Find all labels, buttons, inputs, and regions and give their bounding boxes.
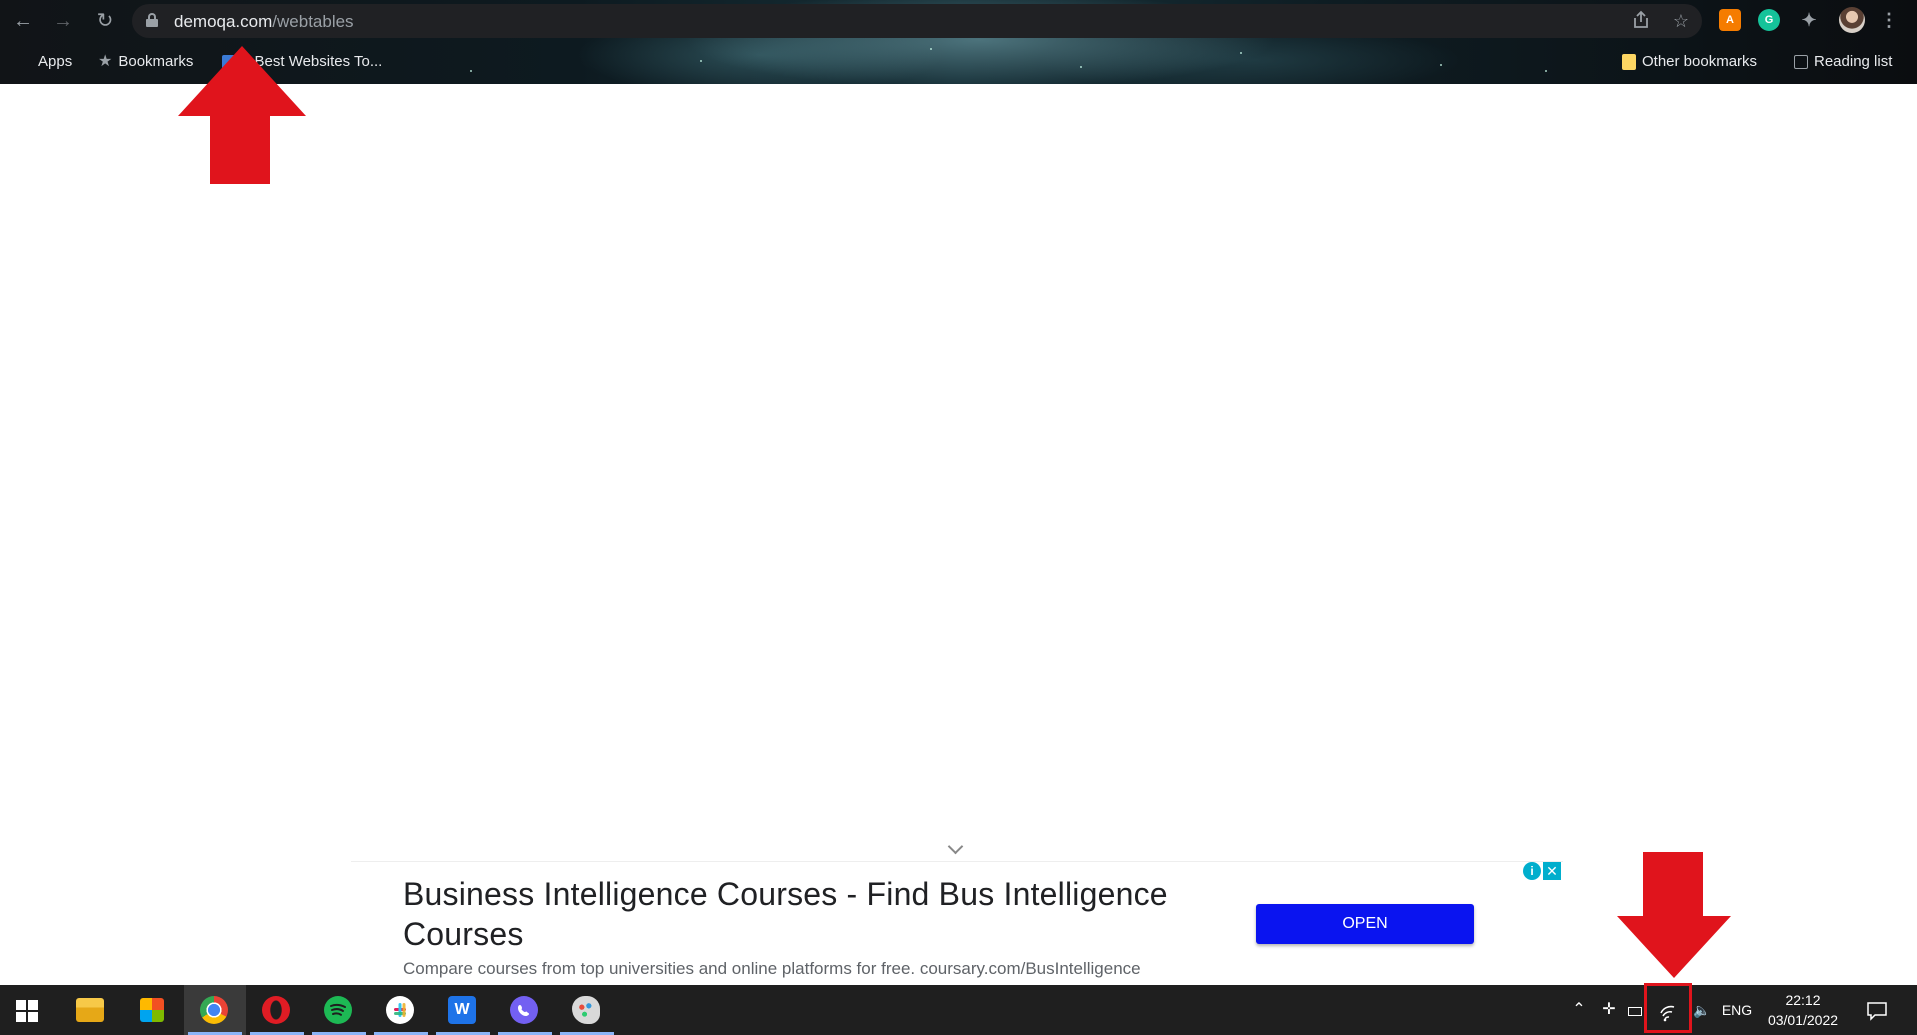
back-arrow-icon[interactable]: ← (10, 8, 36, 34)
store-icon (140, 998, 164, 1022)
browser-toolbar: ← → ↻ demoqa.com/webtables ☆ A G ✦ ⋮ (0, 0, 1917, 42)
kebab-menu-icon[interactable]: ⋮ (1880, 9, 1898, 31)
chrome-icon (200, 996, 228, 1024)
ad-close-icon[interactable]: ✕ (1543, 862, 1561, 880)
star-icon: ★ (98, 53, 113, 71)
apps-grid-icon (16, 54, 32, 70)
windows-taskbar: W ⌃ ✛ 🔈 ENG 22:12 03/01/2022 (0, 985, 1917, 1035)
taskbar-viber[interactable] (494, 985, 556, 1035)
opera-icon (262, 996, 290, 1024)
star-bookmark-icon[interactable]: ☆ (1670, 10, 1692, 32)
address-bar[interactable]: demoqa.com/webtables ☆ (132, 4, 1702, 38)
taskbar-paint[interactable] (556, 985, 618, 1035)
taskbar-store[interactable] (122, 985, 182, 1035)
red-up-arrow-annotation (178, 46, 306, 184)
red-down-arrow-annotation (1617, 852, 1731, 978)
reading-list-icon (1794, 55, 1808, 70)
share-icon[interactable] (1630, 10, 1652, 32)
battery-icon[interactable] (1626, 985, 1644, 1035)
windows-logo-icon (16, 1000, 38, 1022)
profile-avatar[interactable] (1839, 7, 1865, 33)
clock-time: 22:12 (1785, 992, 1821, 1008)
other-bookmarks-label: Other bookmarks (1642, 53, 1758, 70)
spotify-icon (324, 996, 352, 1024)
chevron-up-icon[interactable]: ⌃ (1568, 985, 1590, 1035)
clock-date: 03/01/2022 (1767, 1012, 1839, 1028)
url-path: /webtables (272, 12, 354, 31)
ad-title[interactable]: Business Intelligence Courses - Find Bus… (403, 874, 1223, 954)
ad-info-icon[interactable]: i (1523, 862, 1541, 880)
bookmark-apps[interactable]: Apps (16, 52, 72, 72)
taskbar-chrome[interactable] (184, 985, 246, 1035)
wifi-highlight-box-annotation (1644, 983, 1692, 1033)
system-clock[interactable]: 22:12 03/01/2022 (1758, 990, 1848, 1030)
taskbar-word[interactable]: W (432, 985, 494, 1035)
language-indicator[interactable]: ENG (1718, 985, 1756, 1035)
chevron-down-icon[interactable] (947, 841, 963, 857)
bookmark-reading-list[interactable]: Reading list (1794, 52, 1892, 72)
ad-description[interactable]: Compare courses from top universities an… (403, 959, 1141, 979)
writer-icon: W (448, 996, 476, 1024)
folder-icon (1622, 54, 1636, 71)
screen: ← → ↻ demoqa.com/webtables ☆ A G ✦ ⋮ App… (0, 0, 1917, 1035)
taskbar-slack[interactable] (370, 985, 432, 1035)
puzzle-extensions-icon[interactable]: ✦ (1798, 9, 1820, 31)
bookmark-apps-label: Apps (38, 53, 73, 70)
paint-palette-icon (572, 996, 600, 1024)
slack-icon (386, 996, 414, 1024)
taskbar-opera[interactable] (246, 985, 308, 1035)
extension-a-icon[interactable]: A (1719, 9, 1741, 31)
volume-icon[interactable]: 🔈 (1692, 985, 1712, 1035)
page-content: Business Intelligence Courses - Find Bus… (0, 84, 1917, 985)
taskbar-spotify[interactable] (308, 985, 370, 1035)
bookmark-other-bookmarks[interactable]: Other bookmarks (1622, 52, 1757, 72)
grammarly-label: G (1764, 14, 1774, 26)
notification-center-icon[interactable] (1862, 985, 1892, 1035)
viber-icon (510, 996, 538, 1024)
folder-icon (76, 998, 104, 1022)
url-host: demoqa.com (174, 12, 273, 31)
url-text[interactable]: demoqa.com/webtables (174, 12, 354, 32)
ad-banner[interactable]: Business Intelligence Courses - Find Bus… (351, 861, 1563, 985)
lock-icon[interactable] (146, 13, 158, 27)
grammarly-icon[interactable]: G (1758, 9, 1780, 31)
extension-a-label: A (1726, 14, 1734, 26)
ad-open-button[interactable]: OPEN (1256, 904, 1474, 944)
forward-arrow-icon[interactable]: → (50, 8, 76, 34)
taskbar-file-explorer[interactable] (60, 985, 120, 1035)
start-button[interactable] (0, 985, 52, 1035)
reading-list-label: Reading list (1814, 53, 1893, 70)
slack-tray-icon[interactable]: ✛ (1598, 985, 1620, 1035)
reload-icon[interactable]: ↻ (92, 8, 118, 34)
